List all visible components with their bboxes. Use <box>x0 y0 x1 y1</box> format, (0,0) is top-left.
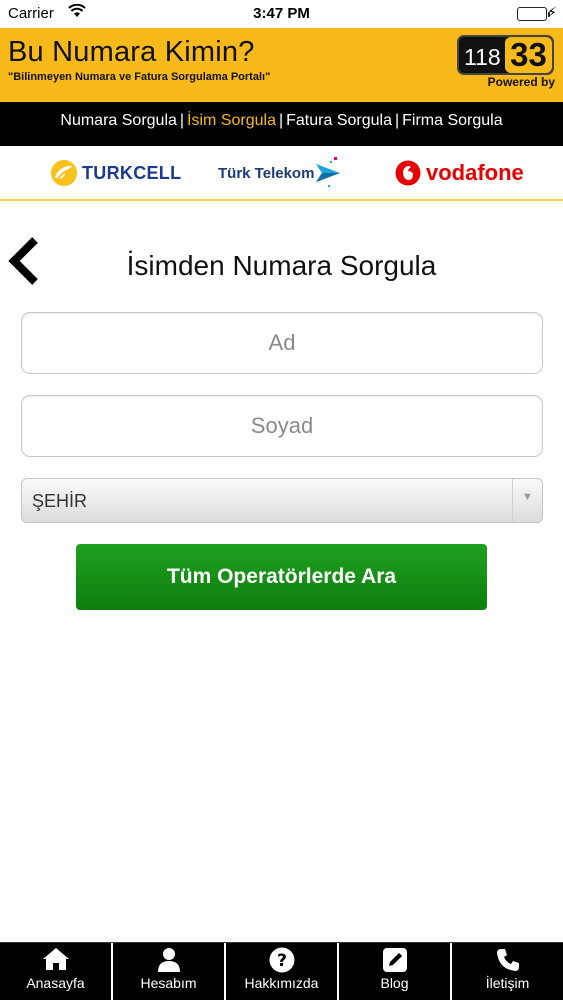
tab-label: Hesabım <box>140 975 197 991</box>
charging-icon: ⚡ <box>547 4 557 20</box>
turk-telekom-logo[interactable]: Türk Telekom <box>218 156 344 190</box>
turkcell-logo[interactable]: TURKCELL <box>50 156 181 190</box>
tab-hesabim[interactable]: Hesabım <box>113 943 226 1000</box>
telekom-arrow-icon <box>316 157 341 187</box>
question-icon: ? <box>226 947 337 973</box>
pencil-icon <box>339 947 450 973</box>
top-nav: Numara Sorgula | İsim Sorgula | Fatura Sorgu… <box>0 102 563 146</box>
logo-number-left: 118 <box>464 44 501 70</box>
home-icon <box>0 947 111 973</box>
city-select-value: ŞEHİR <box>32 491 88 511</box>
vodafone-logo[interactable]: vodafone <box>395 156 524 190</box>
telekom-wordmark: Türk Telekom <box>218 164 315 182</box>
tab-blog[interactable]: Blog <box>339 943 452 1000</box>
powered-by-label: Powered by <box>487 75 555 89</box>
nav-separator: | <box>394 112 400 129</box>
nav-item-numara-sorgula[interactable]: Numara Sorgula <box>60 112 177 129</box>
status-bar: Carrier 3:47 PM ⚡ <box>0 0 563 28</box>
clock: 3:47 PM <box>253 5 310 22</box>
logo-number-right: 33 <box>505 37 552 73</box>
page-title: İsimden Numara Sorgula <box>126 250 437 281</box>
tab-hakkimizda[interactable]: ? Hakkımızda <box>226 943 339 1000</box>
first-name-input[interactable] <box>21 312 543 374</box>
vodafone-wordmark: vodafone <box>426 160 524 185</box>
svg-text:?: ? <box>277 951 287 971</box>
turkcell-leaf-icon <box>51 160 77 186</box>
battery-icon <box>517 7 550 21</box>
app-subtitle: "Bilinmeyen Numara ve Fatura Sorgulama P… <box>8 71 271 83</box>
app-screen: Carrier 3:47 PM ⚡ Bu Numara Kimin? "Bili… <box>0 0 563 1000</box>
last-name-input[interactable] <box>21 395 543 457</box>
search-all-operators-button[interactable]: Tüm Operatörlerde Ara <box>76 544 487 610</box>
nav-separator: | <box>179 112 185 129</box>
vodafone-speechmark-icon <box>395 160 421 186</box>
tab-label: Hakkımızda <box>244 975 319 991</box>
dropdown-arrow-icon: ▼ <box>512 479 542 522</box>
city-select[interactable]: ŞEHİR ▼ <box>21 478 543 523</box>
user-icon <box>113 947 224 973</box>
tab-label: Anasayfa <box>26 975 85 991</box>
tab-label: Blog <box>380 975 409 991</box>
tab-anasayfa[interactable]: Anasayfa <box>0 943 113 1000</box>
nav-separator: | <box>278 112 284 129</box>
nav-item-isim-sorgula[interactable]: İsim Sorgula <box>187 112 276 129</box>
bottom-tab-bar: Anasayfa Hesabım ? Hakkımızda Blog İleti… <box>0 942 563 1000</box>
nav-item-fatura-sorgula[interactable]: Fatura Sorgula <box>286 112 392 129</box>
tab-iletisim[interactable]: İletişim <box>452 943 563 1000</box>
app-header: Bu Numara Kimin? "Bilinmeyen Numara ve F… <box>0 28 563 102</box>
nav-item-firma-sorgula[interactable]: Firma Sorgula <box>402 112 502 129</box>
turkcell-wordmark: TURKCELL <box>82 162 182 183</box>
tab-label: İletişim <box>485 975 530 991</box>
operator-logos: TURKCELL Türk Telekom vodafone <box>0 146 563 201</box>
app-title: Bu Numara Kimin? <box>8 36 255 68</box>
phone-icon <box>452 947 563 973</box>
brand-logo-11833[interactable]: 118 33 <box>457 35 554 75</box>
